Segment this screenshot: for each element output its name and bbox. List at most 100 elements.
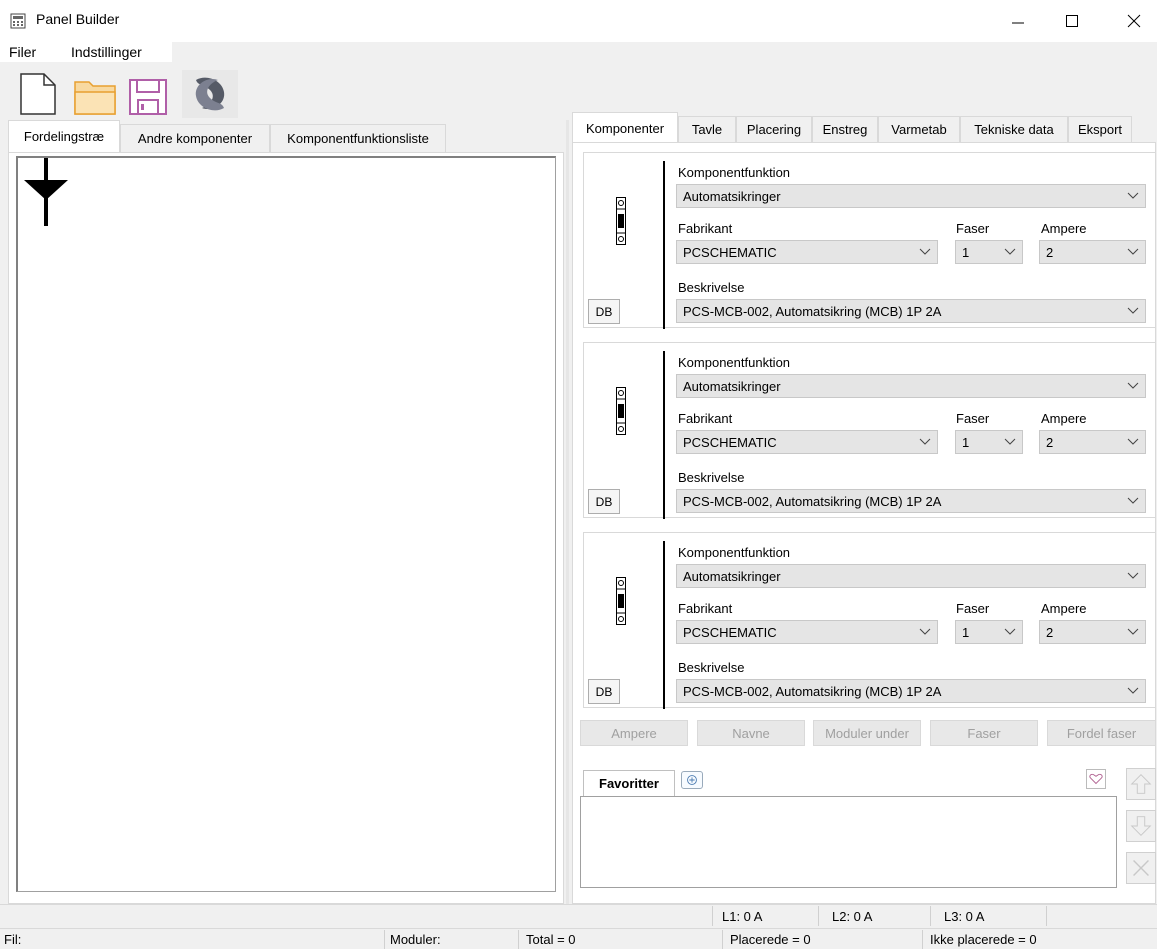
supply-symbol-icon[interactable] xyxy=(22,158,72,230)
splitter[interactable] xyxy=(566,120,569,904)
divider xyxy=(1046,906,1047,926)
add-tab-icon[interactable] xyxy=(681,771,703,789)
description-value: PCS-MCB-002, Automatsikring (MCB) 1P 2A xyxy=(683,683,942,699)
description-label: Beskrivelse xyxy=(678,470,745,485)
app-icon xyxy=(10,13,26,29)
chevron-down-icon xyxy=(1127,572,1139,579)
window-title: Panel Builder xyxy=(36,11,120,27)
function-select[interactable]: Automatsikringer xyxy=(676,184,1146,208)
tab-single-line[interactable]: Enstreg xyxy=(812,116,878,142)
tab-other-components[interactable]: Andre komponenter xyxy=(120,124,270,152)
description-select[interactable]: PCS-MCB-002, Automatsikring (MCB) 1P 2A xyxy=(676,489,1146,513)
phases-button[interactable]: Faser xyxy=(930,720,1038,746)
favorites-list[interactable] xyxy=(580,796,1117,888)
ampere-select[interactable]: 2 xyxy=(1039,430,1146,454)
description-select[interactable]: PCS-MCB-002, Automatsikring (MCB) 1P 2A xyxy=(676,299,1146,323)
divider xyxy=(663,161,665,329)
phases-select[interactable]: 1 xyxy=(955,430,1023,454)
save-icon[interactable] xyxy=(128,72,168,116)
function-value: Automatsikringer xyxy=(683,378,781,394)
divider xyxy=(722,930,723,949)
divider xyxy=(712,906,713,926)
maximize-button[interactable] xyxy=(1049,0,1095,42)
close-button[interactable] xyxy=(1111,0,1157,42)
divider xyxy=(818,906,819,926)
delete-icon[interactable] xyxy=(1126,852,1156,884)
ampere-label: Ampere xyxy=(1041,221,1087,236)
ampere-value: 2 xyxy=(1046,624,1054,640)
tab-distribution-tree[interactable]: Fordelingstræ xyxy=(8,120,120,152)
phases-value: 1 xyxy=(962,434,970,450)
phases-select[interactable]: 1 xyxy=(955,620,1023,644)
db-button[interactable]: DB xyxy=(588,299,620,324)
ampere-select[interactable]: 2 xyxy=(1039,620,1146,644)
chevron-down-icon xyxy=(1004,248,1016,255)
divider xyxy=(922,930,923,949)
minimize-button[interactable] xyxy=(995,0,1041,42)
ampere-label: Ampere xyxy=(1041,601,1087,616)
manufacturer-value: PCSCHEMATIC xyxy=(683,624,777,640)
function-label: Komponentfunktion xyxy=(678,545,791,560)
chevron-down-icon xyxy=(1004,438,1016,445)
chevron-down-icon xyxy=(1127,497,1139,504)
modules-under-button[interactable]: Moduler under xyxy=(813,720,921,746)
chevron-down-icon xyxy=(1127,248,1139,255)
tab-placement[interactable]: Placering xyxy=(736,116,812,142)
db-button[interactable]: DB xyxy=(588,679,620,704)
close-icon xyxy=(1127,14,1141,28)
divider xyxy=(663,351,665,519)
divider xyxy=(518,930,519,949)
divider xyxy=(384,930,385,949)
l2-current: L2: 0 A xyxy=(832,909,873,924)
manufacturer-select[interactable]: PCSCHEMATIC xyxy=(676,240,938,264)
menu-settings[interactable]: Indstillinger xyxy=(71,44,142,60)
distribute-phases-button[interactable]: Fordel faser xyxy=(1047,720,1156,746)
tab-component-function-list[interactable]: Komponentfunktionsliste xyxy=(270,124,446,152)
distribution-tree[interactable] xyxy=(16,156,556,892)
tab-heat-loss[interactable]: Varmetab xyxy=(878,116,960,142)
db-button[interactable]: DB xyxy=(588,489,620,514)
chevron-down-icon xyxy=(1127,382,1139,389)
logo-icon[interactable] xyxy=(182,70,238,118)
description-value: PCS-MCB-002, Automatsikring (MCB) 1P 2A xyxy=(683,493,942,509)
minimize-icon xyxy=(1012,22,1024,24)
chevron-down-icon xyxy=(1127,438,1139,445)
tab-technical-data[interactable]: Tekniske data xyxy=(960,116,1068,142)
ampere-button[interactable]: Ampere xyxy=(580,720,688,746)
heart-icon[interactable] xyxy=(1086,769,1106,789)
phases-label: Faser xyxy=(956,411,990,426)
new-file-icon[interactable] xyxy=(18,72,58,116)
total-status: Total = 0 xyxy=(526,932,576,947)
arrow-down-icon[interactable] xyxy=(1126,810,1156,842)
ampere-select[interactable]: 2 xyxy=(1039,240,1146,264)
menu-file[interactable]: Filer xyxy=(9,44,36,60)
tab-export[interactable]: Eksport xyxy=(1068,116,1132,142)
file-status: Fil: xyxy=(4,932,22,947)
chevron-down-icon xyxy=(919,628,931,635)
function-select[interactable]: Automatsikringer xyxy=(676,374,1146,398)
tab-favorites[interactable]: Favoritter xyxy=(583,770,675,796)
modules-status: Moduler: xyxy=(390,932,441,947)
phases-select[interactable]: 1 xyxy=(955,240,1023,264)
description-label: Beskrivelse xyxy=(678,660,745,675)
chevron-down-icon xyxy=(1127,687,1139,694)
phases-value: 1 xyxy=(962,624,970,640)
function-label: Komponentfunktion xyxy=(678,355,791,370)
chevron-down-icon xyxy=(919,438,931,445)
title-bar xyxy=(0,0,1157,42)
manufacturer-select[interactable]: PCSCHEMATIC xyxy=(676,430,938,454)
l3-current: L3: 0 A xyxy=(944,909,985,924)
phases-label: Faser xyxy=(956,601,990,616)
function-value: Automatsikringer xyxy=(683,188,781,204)
arrow-up-icon[interactable] xyxy=(1126,768,1156,800)
chevron-down-icon xyxy=(919,248,931,255)
manufacturer-select[interactable]: PCSCHEMATIC xyxy=(676,620,938,644)
open-folder-icon[interactable] xyxy=(72,72,118,116)
tab-panel[interactable]: Tavle xyxy=(678,116,736,142)
function-select[interactable]: Automatsikringer xyxy=(676,564,1146,588)
tab-components[interactable]: Komponenter xyxy=(572,112,678,143)
chevron-down-icon xyxy=(1127,192,1139,199)
description-select[interactable]: PCS-MCB-002, Automatsikring (MCB) 1P 2A xyxy=(676,679,1146,703)
names-button[interactable]: Navne xyxy=(697,720,805,746)
phases-value: 1 xyxy=(962,244,970,260)
